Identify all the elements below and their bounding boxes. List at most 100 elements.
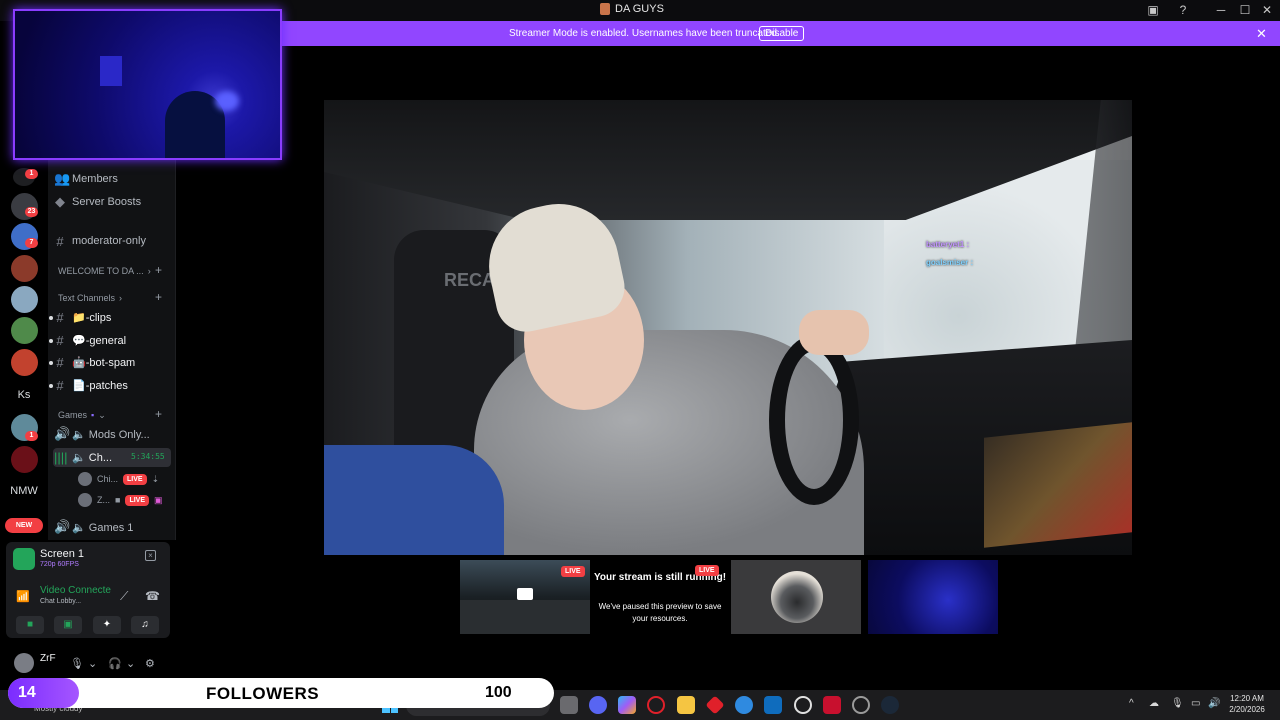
members-label: Members (72, 173, 118, 185)
followers-label: FOLLOWERS (206, 684, 320, 703)
server-icon-6[interactable] (11, 317, 38, 344)
microphone-icon[interactable]: 🎙 (70, 657, 84, 670)
category-text-channels[interactable]: Text Channels › (58, 291, 122, 305)
minimize-button[interactable]: ─ (1212, 3, 1230, 17)
help-app-icon[interactable] (735, 696, 753, 714)
channel-name: -clips (85, 311, 112, 324)
channel-general[interactable]: # 💬-general (54, 330, 126, 350)
voice-user-name: Chi... (97, 474, 119, 484)
voice-user[interactable]: Chi... LIVE ⇣ (78, 470, 159, 488)
voice-user[interactable]: Z... ■ LIVE ▣ (78, 491, 163, 509)
streaming-icon: ⇣ (151, 473, 160, 484)
category-games[interactable]: Games ▪ ⌄ (58, 408, 106, 422)
user-tile-thumbnail[interactable] (731, 560, 861, 634)
channel-patches[interactable]: # 📄-patches (54, 375, 128, 395)
clock[interactable]: 12:20 AM 2/20/2026 (1222, 693, 1272, 715)
stream-thumbnail[interactable]: LIVE (460, 560, 590, 634)
stop-screen-share-button[interactable]: × (145, 550, 156, 561)
category-label: WELCOME TO DA ... (58, 266, 144, 276)
voice-channel-games-1[interactable]: 🔊 🔈 Games 1 (54, 517, 133, 537)
window-title: DA GUYS (615, 3, 664, 15)
voice-channel-mods-only[interactable]: 🔊 🔈 Mods Only... (54, 424, 150, 444)
discord-icon[interactable] (589, 696, 607, 714)
microphone-tray-icon[interactable]: 🎙 (1171, 698, 1184, 709)
headphones-icon[interactable]: 🎧 (108, 657, 122, 670)
channel-name: -general (85, 334, 127, 347)
speaker-icon: 🔊 (54, 426, 71, 441)
seat-brand: RECA (444, 270, 496, 290)
avatar (78, 493, 92, 507)
background-door (100, 56, 122, 86)
chevron-down-icon[interactable]: ⌄ (88, 657, 97, 670)
server-boosts-item[interactable]: ◆ Server Boosts (54, 192, 141, 212)
add-channel-icon[interactable]: + (155, 290, 162, 304)
close-banner-button[interactable]: ✕ (1256, 26, 1267, 42)
live-badge: LIVE (561, 566, 585, 577)
hash-icon: # (56, 309, 64, 325)
avatar[interactable] (14, 653, 34, 673)
red-app-icon[interactable] (705, 695, 725, 715)
settings-gear-icon[interactable]: ⚙ (145, 657, 155, 670)
server-ks[interactable]: Ks (4, 389, 44, 401)
outlook-icon[interactable] (764, 696, 782, 714)
noise-suppression-icon[interactable]: ⟋ (120, 589, 128, 604)
streamer-mode-message: Streamer Mode is enabled. Usernames have… (509, 28, 780, 39)
disconnect-icon[interactable]: ☎ (145, 589, 160, 603)
stream-video[interactable]: RECA batteryet1 : goalsmiser : (324, 100, 1132, 555)
camera-button[interactable]: ■ (16, 616, 44, 634)
members-icon: 👥 (54, 171, 71, 186)
channel-label: 💬-general (72, 334, 127, 347)
thumbnail-scene (460, 600, 590, 634)
connected-channel[interactable]: Chat Lobby... (40, 598, 81, 605)
game-launcher-icon[interactable] (823, 696, 841, 714)
steelseries-icon[interactable] (794, 696, 812, 714)
hash-icon: # (56, 233, 64, 249)
soundboard-button[interactable]: ♫ (131, 616, 159, 634)
task-view-icon[interactable] (560, 696, 578, 714)
obs-icon[interactable] (852, 696, 870, 714)
mention-badge: 1 (25, 169, 38, 179)
copilot-icon[interactable] (618, 696, 636, 714)
server-icon-4[interactable] (11, 255, 38, 282)
add-channel-icon[interactable]: + (155, 407, 162, 421)
unread-indicator (49, 316, 53, 320)
opera-icon[interactable] (647, 696, 665, 714)
cloud-icon[interactable]: ☁ (1149, 698, 1159, 709)
hash-icon: # (56, 377, 64, 393)
channel-bot-spam[interactable]: # 🤖-bot-spam (54, 352, 135, 372)
help-icon[interactable]: ? (1174, 3, 1192, 17)
screen-share-button[interactable]: ▣ (54, 616, 82, 634)
unread-indicator (49, 361, 53, 365)
chevron-down-icon[interactable]: ⌄ (126, 657, 135, 670)
volume-icon[interactable]: 🔊 (1208, 698, 1220, 709)
category-welcome[interactable]: WELCOME TO DA ... › (58, 264, 151, 278)
channel-moderator-only[interactable]: # moderator-only (54, 231, 146, 251)
username[interactable]: ZrF (40, 653, 56, 664)
activities-button[interactable]: ✦ (93, 616, 121, 634)
chevron-right-icon: › (147, 266, 151, 276)
steam-icon[interactable] (881, 696, 899, 714)
server-icon-5[interactable] (11, 286, 38, 313)
signal-icon[interactable]: 📶 (16, 590, 30, 603)
maximize-button[interactable]: ☐ (1236, 3, 1254, 17)
webcam-thumbnail[interactable] (868, 560, 998, 634)
inbox-icon[interactable]: ▣ (1144, 3, 1162, 17)
file-explorer-icon[interactable] (677, 696, 695, 714)
channel-name: Mods Only... (88, 428, 150, 441)
add-channel-icon[interactable]: + (155, 263, 162, 277)
streamer-mode-banner: Streamer Mode is enabled. Usernames have… (282, 21, 1280, 46)
channel-clips[interactable]: # 📁-clips (54, 307, 111, 327)
voice-channel-active[interactable]: |||| 🔈 Ch... (54, 447, 112, 467)
network-icon[interactable]: ▭ (1191, 698, 1200, 709)
server-icon-7[interactable] (11, 349, 38, 376)
show-hidden-icons[interactable]: ^ (1129, 698, 1134, 709)
server-icon-9[interactable] (11, 446, 38, 473)
server-icon (600, 3, 610, 15)
server-nmw[interactable]: NMW (4, 485, 44, 497)
channel-label: moderator-only (72, 235, 146, 247)
disable-streamer-mode-button[interactable]: Disable (759, 26, 805, 41)
connection-status[interactable]: Video Connecte (40, 585, 111, 596)
close-window-button[interactable]: ✕ (1258, 3, 1276, 17)
paused-stream-thumbnail[interactable]: Your stream is still running! We've paus… (592, 560, 728, 634)
members-item[interactable]: 👥 Members (54, 169, 118, 189)
